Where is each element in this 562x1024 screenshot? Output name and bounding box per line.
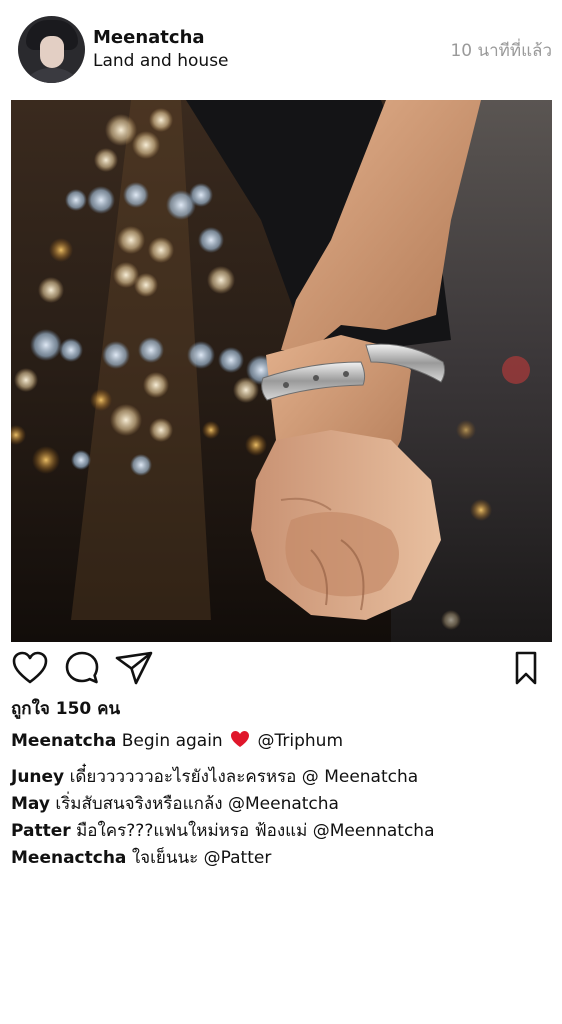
comment-item: May เริ่มสับสนจริงหรือแกล้ง @Meenatcha	[11, 793, 339, 815]
caption-text: Begin again	[121, 731, 223, 751]
bookmark-icon	[515, 651, 537, 685]
comment-text: ใจเย็นนะ @Patter	[131, 848, 272, 868]
action-bar	[0, 646, 562, 690]
like-count[interactable]: ถูกใจ 150 คน	[11, 698, 120, 720]
comment-text: เริ่มสับสนจริงหรือแกล้ง @Meenatcha	[55, 794, 339, 814]
caption-username[interactable]: Meenatcha	[11, 731, 116, 751]
comment-username[interactable]: Juney	[11, 767, 64, 787]
red-heart-emoji-icon	[231, 731, 250, 747]
paper-plane-icon	[115, 651, 153, 685]
comment-username[interactable]: Meenactcha	[11, 848, 126, 868]
post-location[interactable]: Land and house	[93, 51, 229, 71]
avatar-face	[40, 36, 64, 68]
comment-item: Meenactcha ใจเย็นนะ @Patter	[11, 847, 271, 869]
heart-outline-icon	[12, 651, 48, 684]
avatar[interactable]	[18, 16, 85, 83]
avatar-shoulders	[20, 68, 84, 83]
comment-username[interactable]: May	[11, 794, 50, 814]
post-username[interactable]: Meenatcha	[93, 28, 205, 48]
holding-hands-photo	[11, 100, 552, 642]
post-timestamp: 10 นาทีที่แล้ว	[450, 41, 552, 61]
speech-bubble-icon	[65, 651, 99, 684]
share-button[interactable]	[114, 648, 154, 688]
post-photo[interactable]	[11, 100, 552, 642]
comment-text: เดี๋ยววววววอะไรยังไงละครหรอ @ Meenatcha	[69, 767, 419, 787]
comment-text: มือใคร???แฟนใหม่หรอ ฟ้องแม่ @Meennatcha	[76, 821, 435, 841]
comment-item: Patter มือใคร???แฟนใหม่หรอ ฟ้องแม่ @Meen…	[11, 820, 435, 842]
comment-username[interactable]: Patter	[11, 821, 71, 841]
save-button[interactable]	[506, 648, 546, 688]
comment-item: Juney เดี๋ยววววววอะไรยังไงละครหรอ @ Meen…	[11, 766, 418, 788]
like-button[interactable]	[10, 648, 50, 688]
comment-button[interactable]	[62, 648, 102, 688]
caption-mention[interactable]: @Triphum	[258, 731, 344, 751]
post-header: Meenatcha Land and house 10 นาทีที่แล้ว	[0, 0, 562, 100]
post-caption: Meenatcha Begin again @Triphum	[11, 730, 343, 752]
